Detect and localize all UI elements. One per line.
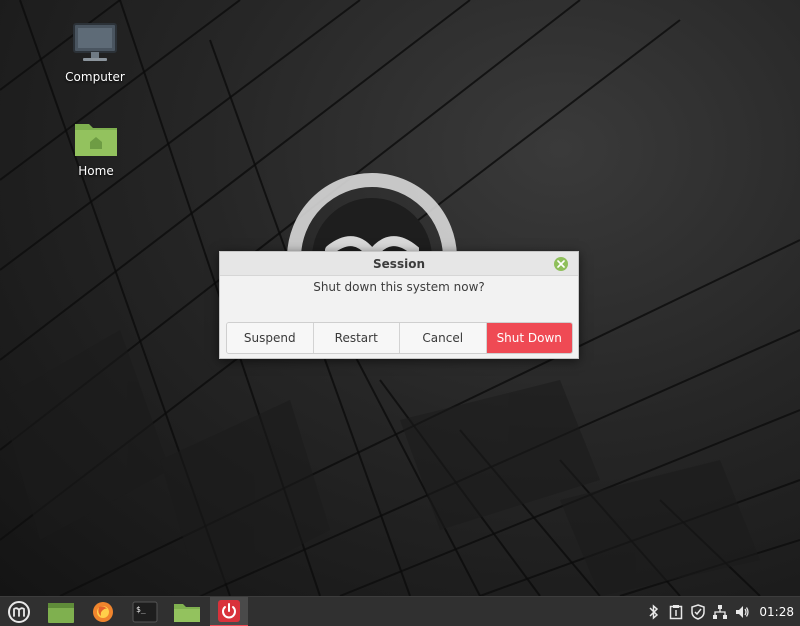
dialog-titlebar[interactable]: Session (220, 252, 578, 276)
clipboard-icon (670, 604, 683, 619)
network-icon (713, 604, 728, 619)
taskbar-terminal-button[interactable]: $_ (126, 597, 164, 626)
bluetooth-button[interactable] (643, 597, 665, 626)
power-icon (218, 599, 240, 622)
clock[interactable]: 01:28 (759, 605, 794, 619)
desktop-icon-computer[interactable]: Computer (55, 22, 135, 84)
cancel-button[interactable]: Cancel (400, 323, 487, 353)
shield-icon (691, 603, 706, 620)
suspend-button[interactable]: Suspend (227, 323, 314, 353)
taskbar-power-button[interactable] (210, 596, 248, 626)
desktop-icon-label: Computer (65, 70, 125, 84)
session-dialog: Session Shut down this system now? Suspe… (219, 251, 579, 359)
volume-button[interactable] (731, 597, 753, 626)
bluetooth-icon (649, 603, 659, 620)
files-icon (48, 602, 74, 623)
volume-icon (736, 605, 750, 618)
folder-icon (174, 603, 200, 622)
taskbar: $_ 01:28 (0, 596, 800, 626)
close-icon (557, 260, 565, 268)
clipboard-button[interactable] (665, 597, 687, 626)
taskbar-files-button[interactable] (42, 597, 80, 626)
terminal-icon: $_ (132, 601, 158, 622)
shutdown-button[interactable]: Shut Down (486, 323, 572, 353)
menu-button[interactable] (0, 597, 38, 626)
dialog-title: Session (373, 257, 425, 271)
dialog-message: Shut down this system now? (313, 280, 485, 294)
taskbar-folder-button[interactable] (168, 597, 206, 626)
taskbar-firefox-button[interactable] (84, 597, 122, 626)
close-button[interactable] (554, 257, 568, 271)
dialog-button-row: Suspend Restart Cancel Shut Down (226, 322, 573, 354)
restart-button[interactable]: Restart (313, 323, 400, 353)
firefox-icon (93, 601, 113, 622)
computer-icon (73, 23, 117, 61)
desktop-icon-label: Home (78, 164, 114, 178)
desktop-icon-home[interactable]: Home (56, 118, 136, 178)
update-manager-button[interactable] (687, 597, 709, 626)
system-tray: 01:28 (643, 597, 800, 626)
mint-menu-icon (8, 600, 30, 623)
network-button[interactable] (709, 597, 731, 626)
home-folder-icon (75, 124, 117, 156)
svg-text:$_: $_ (136, 605, 146, 614)
